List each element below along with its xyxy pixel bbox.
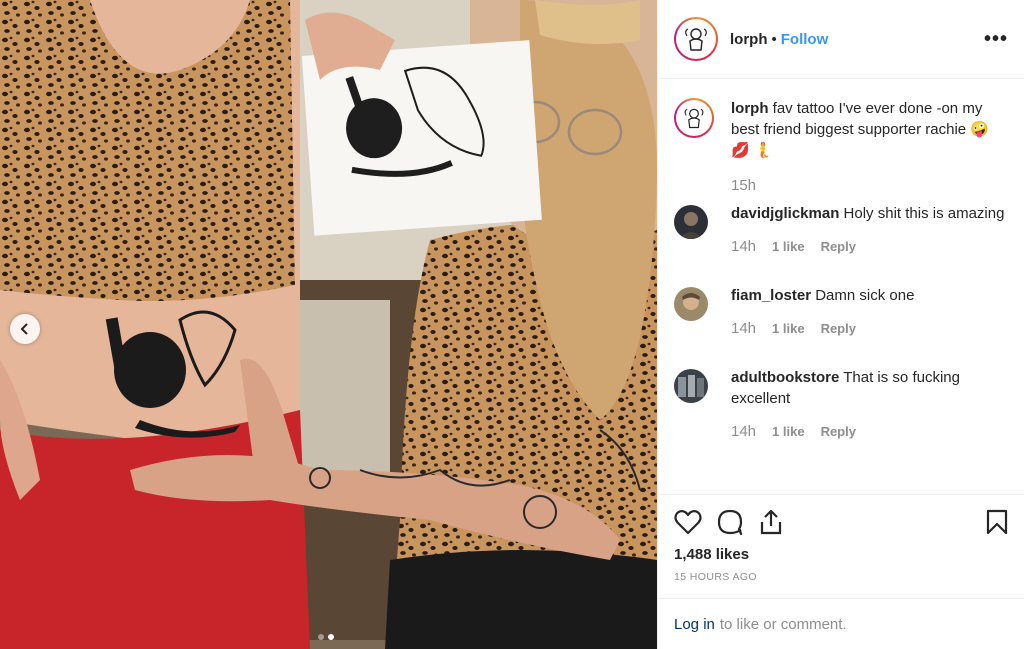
comment-time[interactable]: 14h xyxy=(731,421,756,442)
cherub-avatar-icon xyxy=(684,108,704,129)
avatar-photo-icon xyxy=(674,369,708,403)
caption-time[interactable]: 15h xyxy=(731,175,756,196)
caption-username[interactable]: lorph xyxy=(731,100,769,117)
likes-count[interactable]: 1,488 likes xyxy=(674,546,1008,563)
login-prompt: Log in to like or comment. xyxy=(658,598,1024,649)
comment-row: davidjglickman Holy shit this is amazing… xyxy=(674,203,1008,257)
reply-button[interactable]: Reply xyxy=(821,236,856,257)
bookmark-icon xyxy=(986,509,1008,535)
comment-username[interactable]: davidjglickman xyxy=(731,205,839,222)
post-photo[interactable] xyxy=(0,0,657,649)
post-actions: 1,488 likes 15 HOURS AGO xyxy=(658,494,1024,598)
comment-button[interactable] xyxy=(716,508,744,536)
photo-illustration xyxy=(0,0,657,649)
heart-icon xyxy=(674,510,702,535)
comment-likes[interactable]: 1 like xyxy=(772,421,805,442)
share-button[interactable] xyxy=(758,508,784,536)
author-avatar[interactable] xyxy=(674,17,718,61)
post-sidebar: lorph • Follow ••• lorph fav tattoo I've… xyxy=(657,0,1024,649)
caption-row: lorph fav tattoo I've ever done -on my b… xyxy=(674,98,1008,196)
comment-row: adultbookstore That is so fucking excell… xyxy=(674,367,1008,442)
reply-button[interactable]: Reply xyxy=(821,318,856,339)
chevron-left-icon xyxy=(20,323,28,335)
save-button[interactable] xyxy=(986,509,1008,535)
commenter-avatar[interactable] xyxy=(674,205,708,239)
comment-row: fiam_loster Damn sick one 14h 1 like Rep… xyxy=(674,285,1008,339)
comment-username[interactable]: adultbookstore xyxy=(731,369,839,386)
comment-likes[interactable]: 1 like xyxy=(772,318,805,339)
caption-avatar[interactable] xyxy=(674,98,714,138)
author-username[interactable]: lorph xyxy=(730,31,768,48)
more-options-button[interactable]: ••• xyxy=(984,28,1008,51)
carousel-prev-button[interactable] xyxy=(10,314,40,344)
comment-text: Holy shit this is amazing xyxy=(843,205,1005,222)
carousel-indicator xyxy=(318,634,334,640)
comment-username[interactable]: fiam_loster xyxy=(731,287,811,304)
login-link[interactable]: Log in xyxy=(674,616,715,633)
like-button[interactable] xyxy=(674,509,702,535)
comment-bubble-icon xyxy=(717,509,743,536)
comment-time[interactable]: 14h xyxy=(731,236,756,257)
commenter-avatar[interactable] xyxy=(674,369,708,403)
carousel-dot-active xyxy=(328,634,334,640)
posted-timestamp[interactable]: 15 HOURS AGO xyxy=(674,571,1008,583)
comments-list[interactable]: lorph fav tattoo I've ever done -on my b… xyxy=(658,80,1024,493)
header-separator: • xyxy=(771,30,777,48)
comment-likes[interactable]: 1 like xyxy=(772,236,805,257)
post-header: lorph • Follow ••• xyxy=(658,0,1024,79)
comment-text: Damn sick one xyxy=(815,287,915,304)
cherub-avatar-icon xyxy=(685,28,707,51)
avatar-photo-icon xyxy=(674,205,708,239)
caption-text: fav tattoo I've ever done -on my best fr… xyxy=(731,100,989,159)
comment-time[interactable]: 14h xyxy=(731,318,756,339)
follow-button[interactable]: Follow xyxy=(781,31,829,48)
reply-button[interactable]: Reply xyxy=(821,421,856,442)
login-prompt-text: to like or comment. xyxy=(719,615,847,633)
commenter-avatar[interactable] xyxy=(674,287,708,321)
avatar-photo-icon xyxy=(674,287,708,321)
share-upload-icon xyxy=(760,509,782,535)
carousel-dot xyxy=(318,634,324,640)
